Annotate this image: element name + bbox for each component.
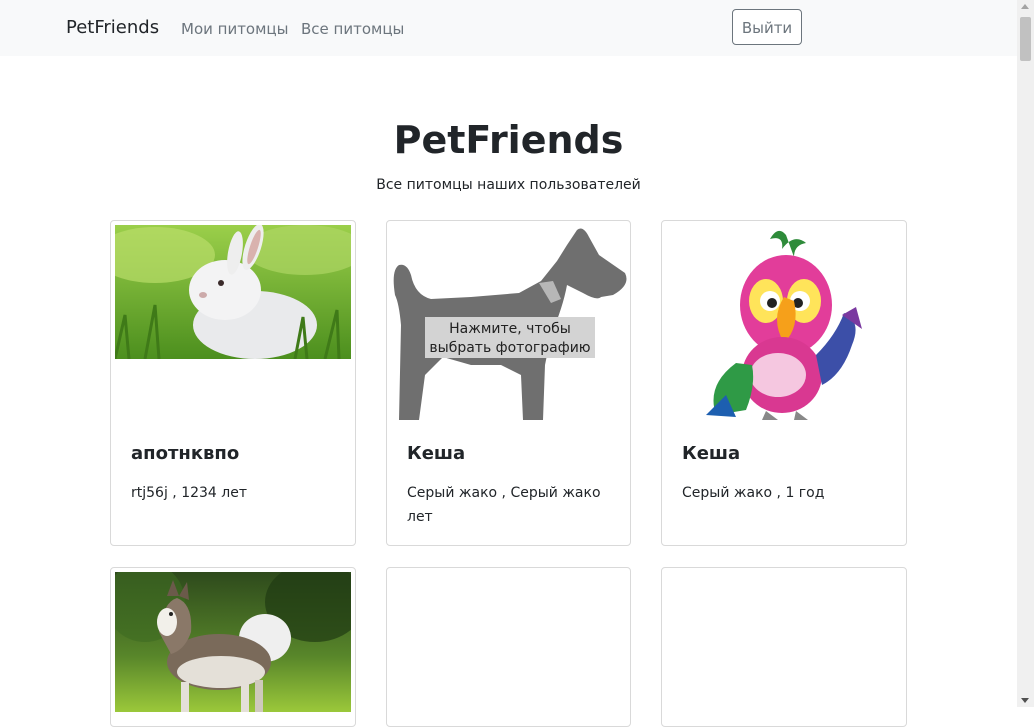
pet-card: [386, 567, 631, 727]
logout-button[interactable]: Выйти: [732, 9, 802, 45]
nav-link-all-pets[interactable]: Все питомцы: [301, 20, 404, 38]
pet-photo-husky: [115, 572, 351, 712]
pet-photo-parrot: [666, 225, 902, 420]
dog-placeholder-icon[interactable]: Нажмите, чтобы выбрать фотографию: [391, 225, 627, 420]
nav-link-my-pets[interactable]: Мои питомцы: [181, 20, 288, 38]
placeholder-text-line1: Нажмите, чтобы: [449, 321, 571, 337]
scrollbar-thumb[interactable]: [1020, 17, 1031, 61]
page-subtitle: Все питомцы наших пользователей: [376, 177, 641, 193]
pet-name: апотнквпо: [131, 443, 240, 464]
pet-card: Кеша Серый жако , 1 год: [661, 220, 907, 546]
navbar-brand[interactable]: PetFriends: [66, 17, 159, 38]
placeholder-text-line2: выбрать фотографию: [429, 340, 590, 356]
pet-name: Кеша: [407, 443, 466, 464]
navbar: PetFriends Мои питомцы Все питомцы Выйти: [0, 0, 1017, 56]
pet-card: [661, 567, 907, 727]
pet-name: Кеша: [682, 443, 741, 464]
scroll-up-arrow-icon[interactable]: [1021, 4, 1029, 9]
pet-info: Серый жако , 1 год: [682, 485, 825, 501]
pet-card: Нажмите, чтобы выбрать фотографию Кеша С…: [386, 220, 631, 546]
pet-info: Серый жако , Серый жако лет: [407, 485, 601, 525]
pet-photo-rabbit: [115, 225, 351, 359]
page-title: PetFriends: [393, 118, 624, 162]
pet-info: rtj56j , 1234 лет: [131, 485, 247, 501]
pet-card: апотнквпо rtj56j , 1234 лет: [110, 220, 356, 546]
pet-card: [110, 567, 356, 727]
vertical-scrollbar[interactable]: [1017, 0, 1034, 707]
scroll-down-arrow-icon[interactable]: [1021, 698, 1029, 703]
